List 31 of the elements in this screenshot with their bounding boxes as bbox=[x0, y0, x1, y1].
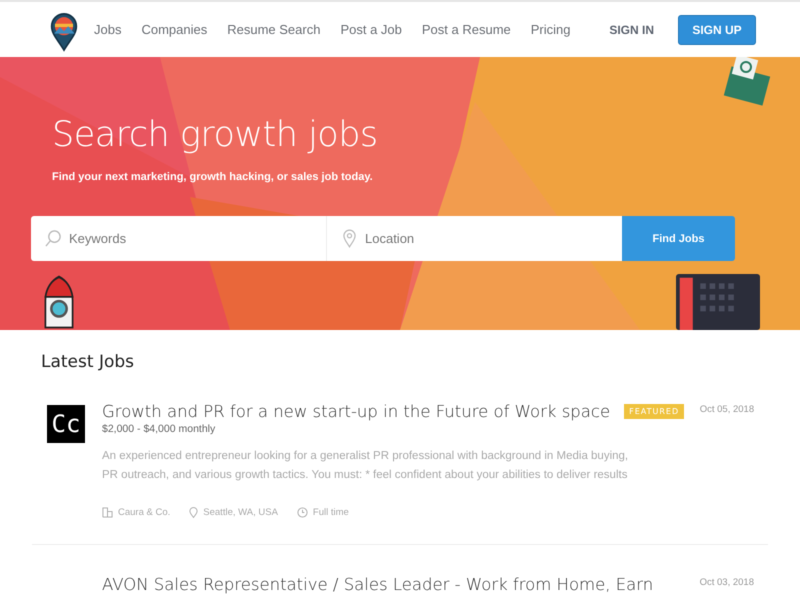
location-field[interactable]: Location bbox=[326, 216, 622, 261]
section-title: Latest Jobs bbox=[41, 352, 136, 372]
hero-subtitle: Find your next marketing, growth hacking, or sales job today. bbox=[52, 171, 374, 183]
job-title-link[interactable]: Growth and PR for a new start-up in the Future of Work space bbox=[102, 402, 610, 421]
salary-text: $2,000 - $4,000 monthly bbox=[102, 423, 216, 435]
sign-in-link[interactable]: SIGN IN bbox=[609, 22, 654, 36]
job-type: Full time bbox=[312, 507, 349, 518]
nav-link[interactable]: Companies bbox=[141, 22, 208, 37]
find-jobs-button[interactable]: Find Jobs bbox=[622, 216, 735, 261]
sign-up-button[interactable]: SIGN UP bbox=[678, 14, 756, 44]
job-location: Seattle, WA, USA bbox=[203, 507, 278, 518]
nav-link[interactable]: Pricing bbox=[530, 22, 571, 37]
location-pin-icon bbox=[343, 229, 356, 248]
nav-link[interactable]: Post a Job bbox=[340, 22, 402, 37]
building-icon bbox=[102, 507, 113, 518]
company-name: Caura & Co. bbox=[118, 507, 170, 518]
company-logo: Cc bbox=[47, 405, 85, 443]
nav-link[interactable]: Resume Search bbox=[227, 22, 320, 37]
job-date: Oct 05, 2018 bbox=[698, 404, 756, 417]
keywords-field[interactable]: Keywords bbox=[31, 216, 326, 261]
location-pin-icon bbox=[189, 507, 198, 518]
clock-icon bbox=[296, 507, 308, 518]
featured-badge: FEATURED bbox=[624, 404, 684, 419]
job-date: Oct 03, 2018 bbox=[698, 577, 755, 590]
mountain-pin-logo-icon[interactable] bbox=[50, 12, 78, 52]
job-description: An experienced entrepreneur looking for a generalist PR professional with background in Media buying, PR outreach, and various growth tactics. You must: * feel confident about your abilities to deliver results bbox=[102, 449, 630, 483]
nav-link[interactable]: Jobs bbox=[94, 22, 122, 37]
nav-link[interactable]: Post a Resume bbox=[422, 22, 511, 37]
job-title-link[interactable]: AVON Sales Representative / Sales Leader - Work from Home, Earn bbox=[102, 575, 654, 594]
search-icon bbox=[45, 230, 62, 247]
hero-title: Search growth jobs bbox=[52, 115, 379, 155]
